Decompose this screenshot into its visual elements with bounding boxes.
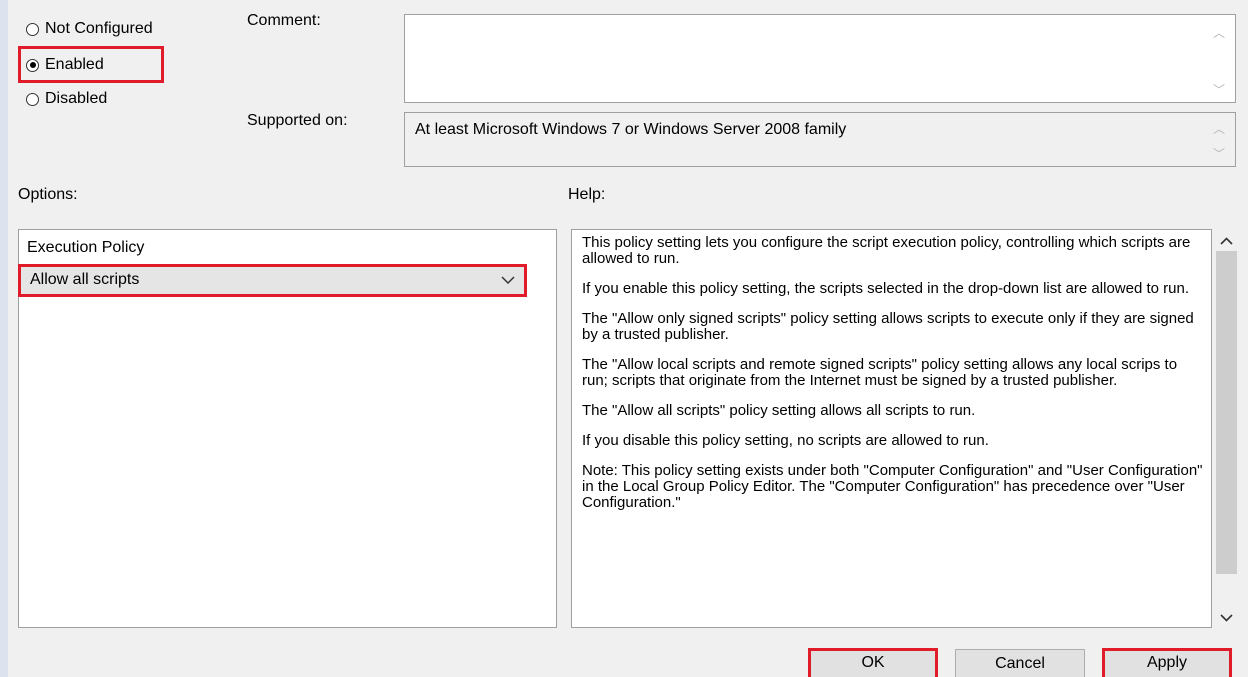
- scroll-down-icon[interactable]: [1220, 614, 1233, 622]
- supported-scroll-up-icon[interactable]: ︿: [1213, 123, 1225, 135]
- help-scrollbar[interactable]: [1212, 229, 1241, 628]
- comment-scroll-up-icon[interactable]: ︿: [1213, 27, 1225, 39]
- comment-scroll-down-icon[interactable]: ﹀: [1213, 84, 1225, 96]
- radio-not-configured-circle[interactable]: [26, 22, 39, 36]
- help-paragraph: The "Allow local scripts and remote sign…: [582, 356, 1178, 389]
- radio-disabled-circle[interactable]: [26, 92, 39, 106]
- radio-disabled-label: Disabled: [45, 90, 108, 107]
- radio-enabled-label: Enabled: [45, 56, 104, 73]
- window-left-edge: [0, 0, 8, 677]
- ok-highlight: [808, 648, 938, 677]
- help-textbox: This policy setting lets you configure t…: [571, 229, 1212, 628]
- comment-label: Comment:: [247, 12, 321, 29]
- help-text: This policy setting lets you configure t…: [582, 235, 1206, 525]
- radio-not-configured-label: Not Configured: [45, 20, 153, 37]
- supported-label: Supported on:: [247, 112, 348, 129]
- help-paragraph: Note: This policy setting exists under b…: [582, 462, 1203, 511]
- cancel-button-label: Cancel: [995, 654, 1045, 672]
- comment-textarea[interactable]: ︿ ﹀: [404, 14, 1236, 103]
- help-label: Help:: [568, 186, 606, 203]
- help-paragraph: This policy setting lets you configure t…: [582, 234, 1191, 267]
- supported-value: At least Microsoft Windows 7 or Windows …: [415, 121, 847, 138]
- radio-enabled-circle[interactable]: [26, 58, 39, 72]
- cancel-button[interactable]: Cancel: [955, 649, 1085, 677]
- supported-scroll-down-icon[interactable]: ﹀: [1213, 148, 1225, 160]
- radio-enabled[interactable]: Enabled: [26, 56, 104, 74]
- dropdown-highlight: [18, 264, 527, 297]
- help-paragraph: The "Allow all scripts" policy setting a…: [582, 402, 976, 419]
- radio-not-configured[interactable]: Not Configured: [26, 20, 153, 38]
- help-paragraph: If you enable this policy setting, the s…: [582, 280, 1189, 297]
- options-label: Options:: [18, 186, 78, 203]
- radio-disabled[interactable]: Disabled: [26, 90, 107, 108]
- execution-policy-label: Execution Policy: [27, 239, 145, 256]
- help-paragraph: If you disable this policy setting, no s…: [582, 432, 989, 449]
- apply-highlight: [1102, 648, 1232, 677]
- scroll-up-icon[interactable]: [1220, 237, 1233, 245]
- supported-field: At least Microsoft Windows 7 or Windows …: [404, 112, 1236, 167]
- help-paragraph: The "Allow only signed scripts" policy s…: [582, 310, 1194, 343]
- scrollbar-thumb[interactable]: [1216, 251, 1237, 574]
